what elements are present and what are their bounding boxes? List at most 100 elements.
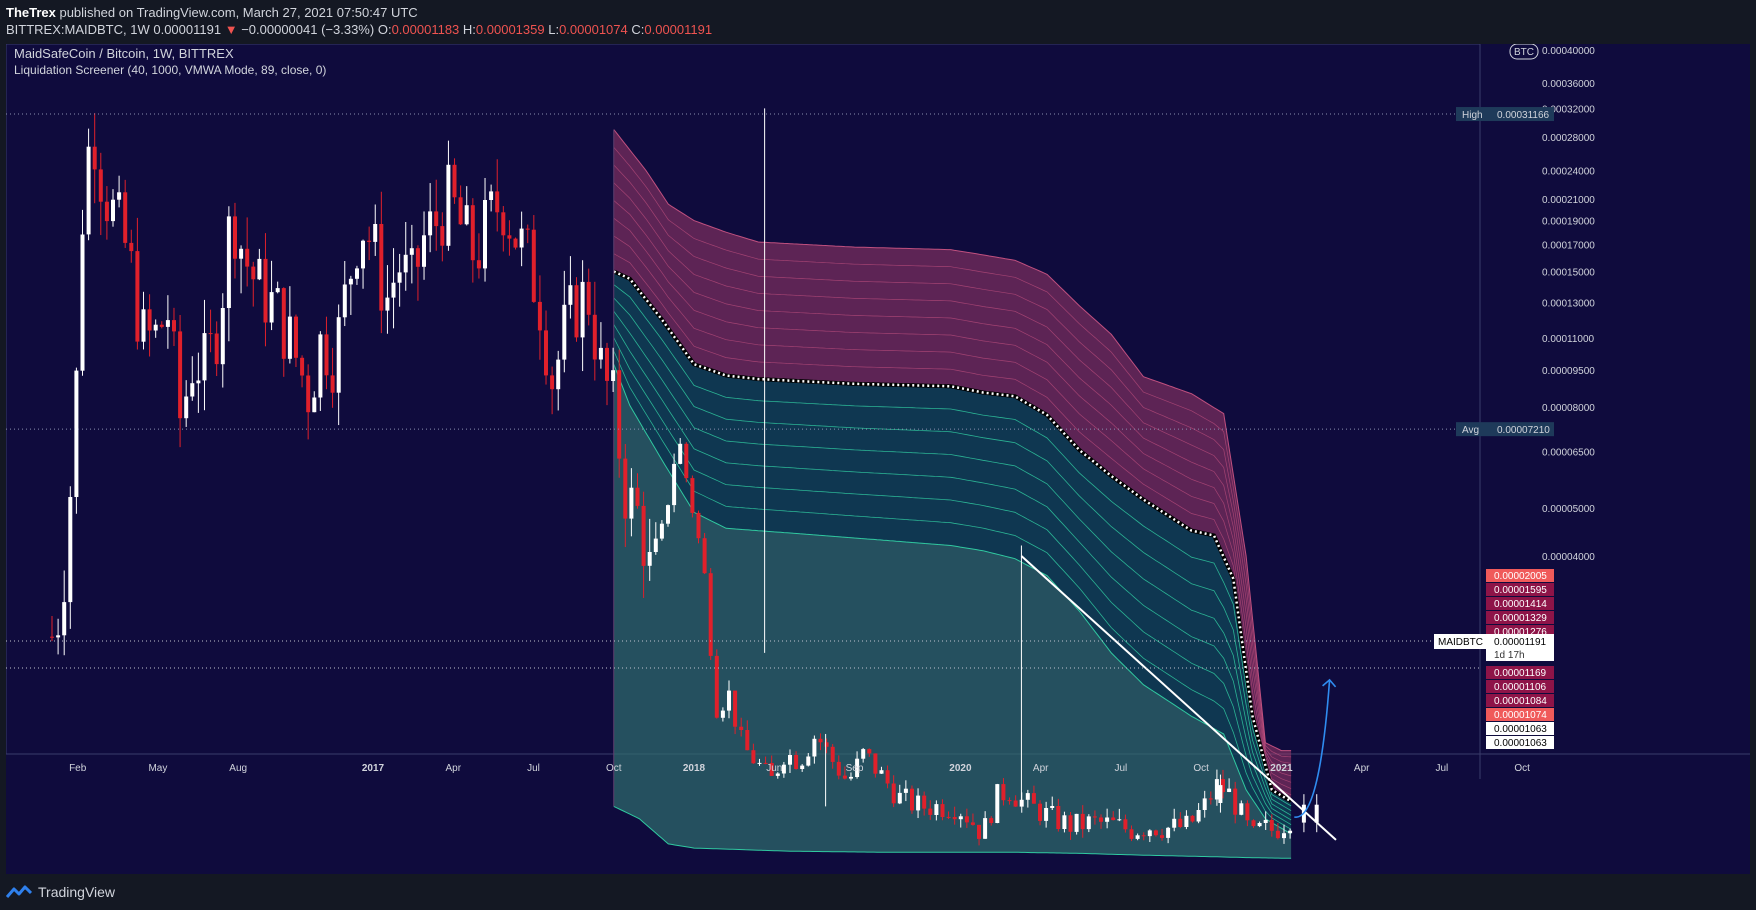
candle-body bbox=[287, 316, 292, 359]
candle-body bbox=[306, 375, 311, 413]
y-tick-label: 0.00019000 bbox=[1542, 217, 1595, 228]
price-box-value: 0.00001106 bbox=[1494, 682, 1547, 693]
author-name[interactable]: TheTrex bbox=[6, 5, 56, 20]
close-label: C: bbox=[631, 22, 645, 37]
price-box-value: 0.00001063 bbox=[1494, 724, 1547, 735]
candle-body bbox=[1080, 813, 1085, 830]
candle-body bbox=[1227, 788, 1232, 792]
candle-body bbox=[263, 258, 268, 323]
candle-body bbox=[806, 756, 811, 766]
candle-body bbox=[873, 753, 878, 774]
candle-body bbox=[964, 816, 969, 823]
candle-body bbox=[1166, 827, 1171, 838]
candle-body bbox=[1282, 833, 1286, 839]
candle-body bbox=[629, 487, 634, 519]
candle-body bbox=[50, 636, 54, 638]
candle-body bbox=[86, 146, 91, 235]
candle-body bbox=[605, 347, 609, 381]
candle-body bbox=[1172, 818, 1177, 828]
candle-body bbox=[269, 292, 274, 323]
y-tick-label: 0.00005000 bbox=[1542, 504, 1595, 515]
candle-body bbox=[647, 552, 652, 566]
candle-body bbox=[910, 788, 914, 811]
price-box-value: 0.00001074 bbox=[1494, 710, 1547, 721]
candle-body bbox=[1239, 803, 1244, 815]
x-tick-label: Jul bbox=[1115, 763, 1128, 774]
candle-body bbox=[1263, 819, 1268, 823]
candle-body bbox=[623, 458, 628, 519]
candle-body bbox=[153, 324, 158, 331]
candle-body bbox=[56, 635, 61, 638]
candle-body bbox=[403, 254, 408, 273]
candle-body bbox=[1214, 779, 1219, 800]
candle-body bbox=[537, 301, 542, 331]
candle-body bbox=[525, 228, 530, 230]
x-tick-label: 2020 bbox=[949, 763, 972, 774]
last-price-value: 0.00001191 bbox=[1494, 637, 1547, 648]
candle-body bbox=[1062, 815, 1067, 829]
candle-body bbox=[507, 235, 512, 239]
candle-body bbox=[598, 347, 603, 360]
candle-body bbox=[92, 146, 97, 170]
candle-body bbox=[1190, 815, 1195, 822]
candle-body bbox=[239, 248, 244, 259]
currency-badge-label: BTC bbox=[1514, 47, 1534, 58]
candle-body bbox=[129, 242, 134, 252]
candle-body bbox=[586, 281, 591, 315]
close-value: 0.00001191 bbox=[644, 22, 713, 37]
x-tick-label: Apr bbox=[1033, 763, 1049, 774]
candle-body bbox=[1111, 817, 1116, 821]
y-tick-label: 0.00017000 bbox=[1542, 241, 1595, 252]
candle-body bbox=[440, 226, 445, 246]
candle-body bbox=[690, 478, 695, 513]
candle-body bbox=[1275, 830, 1280, 839]
candle-body bbox=[476, 260, 481, 269]
candle-body bbox=[373, 224, 378, 242]
candle-body bbox=[464, 205, 469, 225]
candle-body bbox=[117, 192, 122, 200]
candle-body bbox=[562, 304, 567, 360]
candle-body bbox=[519, 228, 524, 248]
candle-body bbox=[842, 775, 847, 779]
candle-body bbox=[720, 710, 725, 718]
candle-body bbox=[409, 248, 414, 255]
x-tick-label: Aug bbox=[229, 763, 247, 774]
candle-body bbox=[903, 788, 908, 793]
candle-body bbox=[104, 201, 109, 222]
candle-body bbox=[531, 229, 536, 302]
candle-body bbox=[818, 738, 823, 743]
candle-body bbox=[1099, 817, 1103, 822]
candle-body bbox=[684, 443, 689, 479]
candle-body bbox=[812, 738, 817, 757]
candle-body bbox=[1031, 793, 1036, 804]
currency-badge[interactable]: BTC bbox=[1509, 43, 1539, 60]
open-label: O: bbox=[377, 22, 392, 37]
candle-body bbox=[312, 397, 317, 413]
candle-body bbox=[788, 755, 792, 765]
candle-body bbox=[62, 602, 67, 636]
candle-body bbox=[1007, 800, 1012, 802]
candle-body bbox=[452, 164, 457, 198]
price-box-value: 0.00001063 bbox=[1494, 738, 1547, 749]
candle-body bbox=[98, 169, 103, 202]
candle-body bbox=[1202, 798, 1207, 810]
footer-brand[interactable]: TradingView bbox=[38, 884, 115, 900]
candle-body bbox=[1050, 806, 1055, 808]
candle-body bbox=[196, 380, 201, 384]
price-chart[interactable]: 0.000360000.000320000.000280000.00024000… bbox=[5, 43, 1750, 874]
change-down-icon: ▼ bbox=[224, 22, 238, 37]
x-tick-label: Feb bbox=[69, 763, 87, 774]
candle-body bbox=[294, 316, 298, 358]
candle-body bbox=[355, 268, 359, 279]
candle-body bbox=[1153, 830, 1158, 836]
candle-body bbox=[672, 463, 677, 506]
candle-body bbox=[251, 266, 256, 280]
candle-body bbox=[1208, 798, 1213, 800]
candle-body bbox=[208, 333, 213, 335]
candle-body bbox=[275, 288, 280, 293]
candle-body bbox=[879, 770, 884, 774]
high-label: H: bbox=[462, 22, 476, 37]
candle-body bbox=[184, 396, 189, 419]
chart-container[interactable]: 0.00036000 0.00032000 0.00028000 0.00024000… bbox=[5, 43, 1750, 874]
candle-body bbox=[617, 370, 622, 459]
